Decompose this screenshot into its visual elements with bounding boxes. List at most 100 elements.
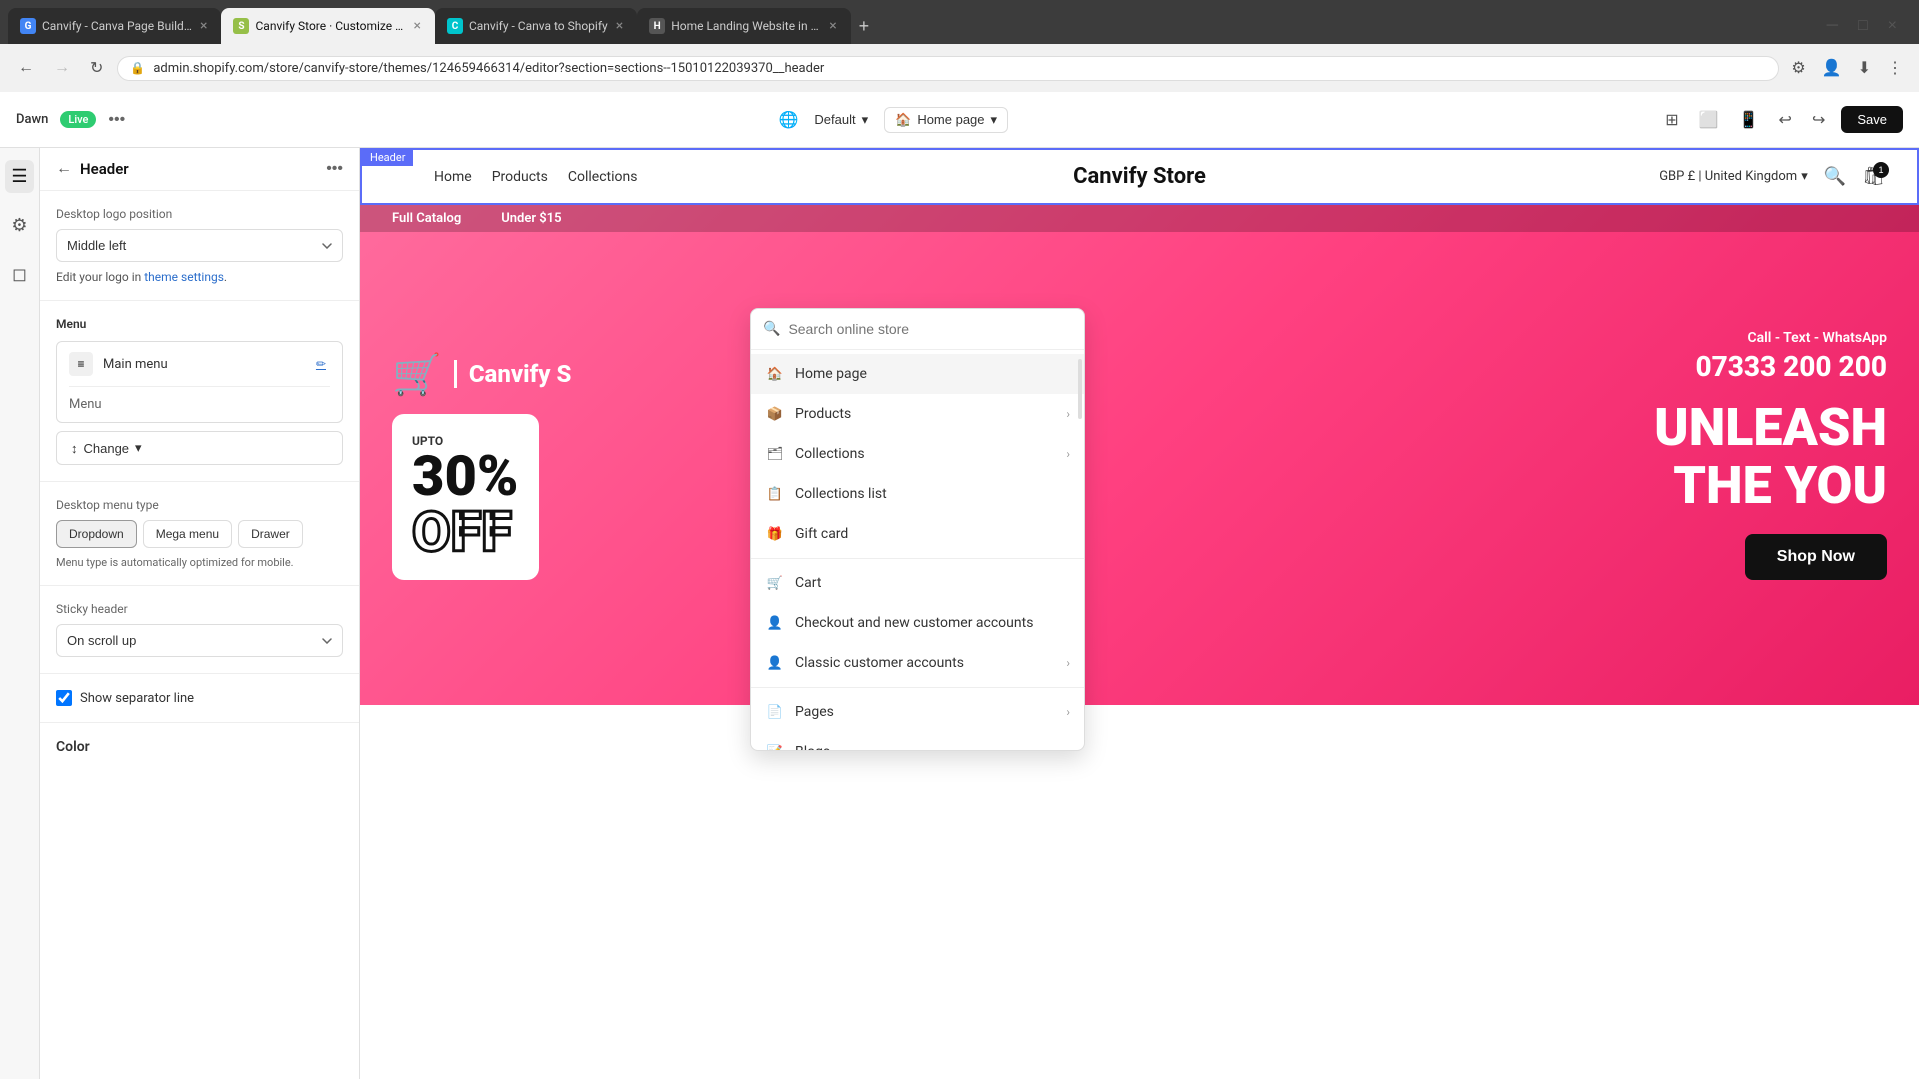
live-badge: Live (60, 111, 96, 128)
sidebar-apps-icon[interactable]: ◻ (6, 258, 33, 291)
sidebar-back-button[interactable]: ← (56, 160, 72, 178)
dropdown-item-collections[interactable]: 🗂 Collections › (751, 434, 1084, 474)
nav-item-3[interactable]: Collections (568, 169, 638, 185)
menu-button[interactable]: ⋮ (1883, 54, 1907, 82)
dropdown-cart-label: Cart (795, 575, 1070, 591)
dropdown-divider-2 (751, 687, 1084, 688)
store-logo: Canvify Store (1073, 164, 1206, 189)
nav-item-2[interactable]: Products (492, 169, 548, 185)
menu-type-drawer[interactable]: Drawer (238, 520, 303, 548)
dropdown-item-checkout[interactable]: 👤 Checkout and new customer accounts (751, 603, 1084, 643)
back-button[interactable]: ← (12, 55, 40, 81)
menu-type-buttons: Dropdown Mega menu Drawer (56, 520, 343, 548)
logo-position-select[interactable]: Middle left (56, 229, 343, 262)
theme-settings-link[interactable]: theme settings (144, 270, 224, 284)
profile-button[interactable]: 👤 (1818, 54, 1846, 82)
dropdown-item-pages[interactable]: 📄 Pages › (751, 692, 1084, 732)
dropdown-collections-list-label: Collections list (795, 486, 1070, 502)
pages-icon: 📄 (765, 702, 785, 722)
search-store-icon[interactable]: 🔍 (1824, 166, 1846, 187)
more-options-button[interactable]: ••• (108, 111, 125, 129)
sticky-header-select[interactable]: On scroll up (56, 624, 343, 657)
hero-percent: 30% (412, 448, 519, 504)
main-menu-edit-link[interactable]: ✏ (316, 357, 330, 371)
edit-logo-text: Edit your logo in (56, 270, 141, 284)
close-window-button[interactable]: × (1882, 13, 1903, 39)
change-icon: ↕ (71, 441, 78, 456)
reload-button[interactable]: ↻ (84, 54, 109, 82)
cart-icon[interactable]: 🛍 1 (1862, 166, 1885, 187)
mobile-view-button[interactable]: 📱 (1735, 106, 1763, 134)
hero-promo-box: UPTO 30% OFF (392, 414, 539, 580)
shop-now-button[interactable]: Shop Now (1745, 534, 1887, 580)
sidebar-more-button[interactable]: ••• (326, 160, 343, 178)
sidebar-settings-icon[interactable]: ⚙ (5, 209, 33, 242)
page-selector[interactable]: 🏠 Home page ▾ (884, 107, 1008, 133)
sidebar-title: Header (80, 160, 318, 178)
app-header: Dawn Live ••• 🌐 Default ▾ 🏠 Home page ▾ … (0, 92, 1919, 148)
globe-icon: 🌐 (778, 110, 798, 129)
menu-section: Menu ≡ Main menu ✏ Menu ↕ Change ▾ (40, 301, 359, 482)
extensions-button[interactable]: ⚙ (1787, 54, 1809, 82)
dropdown-search-box: 🔍 (751, 309, 1084, 350)
address-bar[interactable]: 🔒 admin.shopify.com/store/canvify-store/… (117, 56, 1779, 81)
left-sidebar: ☰ ⚙ ◻ ← Header ••• Desktop logo position (0, 148, 360, 1079)
nav-item-1[interactable]: Home (434, 169, 472, 185)
menu-section-label: Menu (56, 317, 343, 331)
customize-view-button[interactable]: ⊞ (1661, 106, 1682, 134)
theme-selector[interactable]: Default ▾ (814, 112, 868, 128)
chevron-down-icon: ▾ (862, 112, 869, 128)
lock-icon: 🔒 (130, 61, 145, 75)
tablet-view-button[interactable]: ⬜ (1695, 106, 1723, 134)
browser-tab-3[interactable]: C Canvify - Canva to Shopify × (435, 8, 637, 44)
strip-under-15: Under $15 (501, 211, 561, 226)
show-separator-checkbox[interactable] (56, 690, 72, 706)
tab-1-close[interactable]: × (198, 16, 209, 36)
address-url: admin.shopify.com/store/canvify-store/th… (153, 61, 1766, 76)
dropdown-item-blogs[interactable]: 📝 Blogs › (751, 732, 1084, 750)
main-menu-row: ≡ Main menu ✏ (57, 342, 342, 386)
collections-arrow-icon: › (1066, 447, 1070, 461)
new-tab-button[interactable]: + (851, 16, 878, 37)
dropdown-item-gift-card[interactable]: 🎁 Gift card (751, 514, 1084, 554)
sidebar-sections-icon[interactable]: ☰ (5, 160, 33, 193)
undo-button[interactable]: ↩ (1775, 106, 1796, 134)
dropdown-home-label: Home page (795, 366, 1070, 382)
dropdown-products-label: Products (795, 406, 1056, 422)
tab-4-close[interactable]: × (827, 16, 838, 36)
browser-tab-2[interactable]: S Canvify Store · Customize Daw... × (221, 8, 434, 44)
browser-tab-4[interactable]: H Home Landing Website in Blac... × (637, 8, 850, 44)
preview-scroll[interactable]: Header Home Products Collections Canvify… (360, 148, 1919, 1079)
dropdown-search-input[interactable] (788, 321, 1072, 337)
app-header-left: Dawn Live ••• (16, 111, 125, 129)
dropdown-item-collections-list[interactable]: 📋 Collections list (751, 474, 1084, 514)
currency-selector[interactable]: GBP £ | United Kingdom ▾ (1659, 169, 1808, 184)
dropdown-item-classic-accounts[interactable]: 👤 Classic customer accounts › (751, 643, 1084, 683)
dropdown-item-products[interactable]: 📦 Products › (751, 394, 1084, 434)
dropdown-collections-label: Collections (795, 446, 1056, 462)
browser-tab-1[interactable]: G Canvify - Canva Page Builder - ... × (8, 8, 221, 44)
store-preview: Header Home Products Collections Canvify… (360, 148, 1919, 1079)
dropdown-item-cart[interactable]: 🛒 Cart (751, 563, 1084, 603)
downloads-button[interactable]: ⬇ (1854, 54, 1875, 82)
collections-icon: 🗂 (765, 444, 785, 464)
menu-type-mega[interactable]: Mega menu (143, 520, 232, 548)
minimize-button[interactable]: ─ (1821, 13, 1844, 39)
show-separator-section: Show separator line (40, 674, 359, 723)
dropdown-blogs-label: Blogs (795, 744, 1056, 750)
main-menu-label: Main menu (103, 357, 306, 372)
header-label: Header (362, 149, 413, 166)
strip-full-catalog: Full Catalog (392, 211, 461, 226)
edit-logo-period: . (224, 270, 227, 284)
tab-2-close[interactable]: × (411, 16, 422, 36)
menu-type-dropdown[interactable]: Dropdown (56, 520, 137, 548)
maximize-button[interactable]: □ (1852, 13, 1874, 39)
forward-button[interactable]: → (48, 55, 76, 81)
change-menu-button[interactable]: ↕ Change ▾ (56, 431, 343, 465)
redo-button[interactable]: ↪ (1808, 106, 1829, 134)
dropdown-item-home-page[interactable]: 🏠 Home page (751, 354, 1084, 394)
save-button[interactable]: Save (1841, 106, 1903, 133)
tab-3-close[interactable]: × (614, 16, 625, 36)
show-separator-label: Show separator line (80, 691, 194, 706)
dropdown-scrollbar[interactable] (1078, 359, 1082, 419)
